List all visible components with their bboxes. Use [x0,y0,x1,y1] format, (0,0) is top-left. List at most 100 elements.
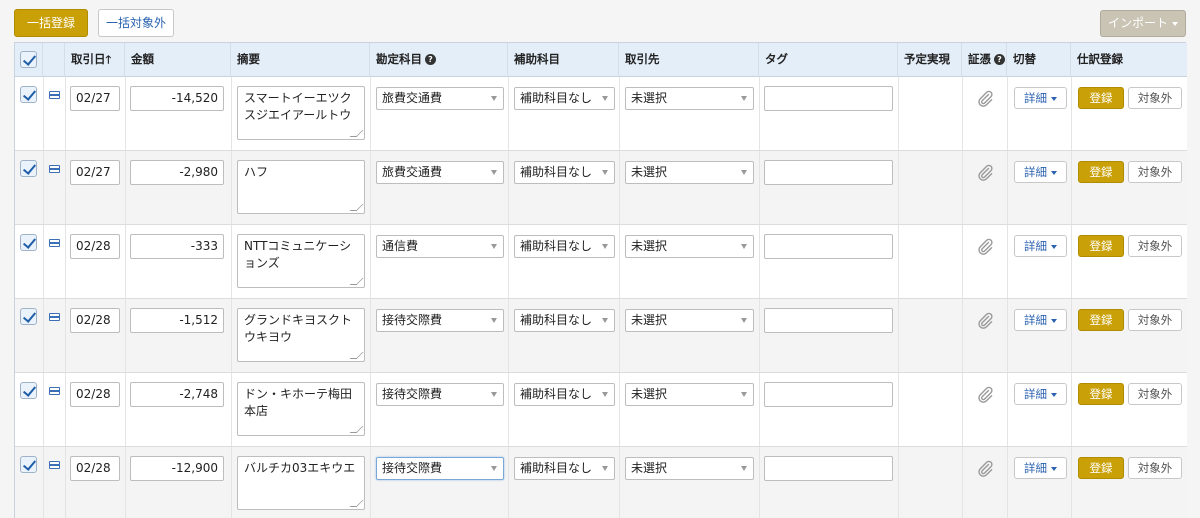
partner-value: 未選択 [631,313,668,327]
account-select[interactable]: 旅費交通費 [376,87,504,110]
bulk-register-button[interactable]: 一括登録 [14,9,88,37]
account-select[interactable]: 旅費交通費 [376,161,504,184]
register-button[interactable]: 登録 [1078,161,1124,183]
partner-select[interactable]: 未選択 [625,309,754,332]
amount-field[interactable]: -1,512 [130,308,224,333]
account-value: 接待交際費 [382,461,443,475]
detail-button[interactable]: 詳細 [1014,383,1067,405]
row-checkbox[interactable] [20,382,37,399]
partner-select[interactable]: 未選択 [625,457,754,480]
column-divider [370,373,371,446]
column-divider [43,447,44,518]
sub-account-select[interactable]: 補助科目なし [514,87,615,110]
help-icon[interactable]: ? [994,54,1005,65]
register-button[interactable]: 登録 [1078,87,1124,109]
row-checkbox[interactable] [20,234,37,251]
paperclip-icon[interactable] [976,459,994,477]
tag-field[interactable] [764,160,893,185]
sub-account-select[interactable]: 補助科目なし [514,235,615,258]
amount-field[interactable]: -2,980 [130,160,224,185]
account-select[interactable]: 接待交際費 [376,309,504,332]
detail-button[interactable]: 詳細 [1014,309,1067,331]
tag-field[interactable] [764,86,893,111]
date-field[interactable]: 02/28 [70,234,120,259]
row-checkbox[interactable] [20,160,37,177]
summary-textarea[interactable]: バルチカ03エキウエ [237,456,365,510]
row-checkbox[interactable] [20,456,37,473]
register-button[interactable]: 登録 [1078,309,1124,331]
register-button[interactable]: 登録 [1078,235,1124,257]
amount-field[interactable]: -14,520 [130,86,224,111]
credit-card-icon [49,387,60,395]
partner-select[interactable]: 未選択 [625,235,754,258]
date-field[interactable]: 02/28 [70,382,120,407]
register-button[interactable]: 登録 [1078,457,1124,479]
partner-select[interactable]: 未選択 [625,87,754,110]
paperclip-icon[interactable] [976,89,994,107]
summary-textarea[interactable]: グランドキヨスクトウキヨウ [237,308,365,362]
amount-field[interactable]: -2,748 [130,382,224,407]
exclude-button[interactable]: 対象外 [1128,235,1182,257]
sub-account-select[interactable]: 補助科目なし [514,161,615,184]
column-divider [43,151,44,224]
bulk-exclude-button[interactable]: 一括対象外 [98,9,174,37]
column-divider [508,77,509,150]
column-divider [1071,225,1072,298]
register-button[interactable]: 登録 [1078,383,1124,405]
exclude-button[interactable]: 対象外 [1128,87,1182,109]
row-checkbox[interactable] [20,86,37,103]
tag-field[interactable] [764,382,893,407]
account-select[interactable]: 接待交際費 [376,383,504,406]
sub-account-select[interactable]: 補助科目なし [514,309,615,332]
import-button[interactable]: インポート [1100,10,1186,37]
help-icon[interactable]: ? [425,54,436,65]
partner-select[interactable]: 未選択 [625,161,754,184]
header-account-label: 勘定科目 [376,52,422,66]
chevron-down-icon [1051,318,1057,323]
column-divider [962,151,963,224]
paperclip-icon[interactable] [976,385,994,403]
account-select[interactable]: 接待交際費 [376,457,504,480]
date-field[interactable]: 02/27 [70,86,120,111]
column-divider [759,299,760,372]
paperclip-icon[interactable] [976,163,994,181]
exclude-button[interactable]: 対象外 [1128,457,1182,479]
detail-button[interactable]: 詳細 [1014,235,1067,257]
sub-account-select[interactable]: 補助科目なし [514,457,615,480]
select-all-checkbox[interactable] [20,51,37,68]
column-divider [125,447,126,518]
exclude-button[interactable]: 対象外 [1128,309,1182,331]
summary-textarea[interactable]: スマートイーエツクスジエイアールトウ [237,86,365,140]
header-account: 勘定科目? [370,43,508,77]
date-field[interactable]: 02/28 [70,308,120,333]
date-field[interactable]: 02/27 [70,160,120,185]
detail-button[interactable]: 詳細 [1014,161,1067,183]
tag-field[interactable] [764,308,893,333]
exclude-button[interactable]: 対象外 [1128,161,1182,183]
summary-textarea[interactable]: ドン・キホーテ梅田本店 [237,382,365,436]
column-divider [1071,77,1072,150]
sub-account-select[interactable]: 補助科目なし [514,383,615,406]
paperclip-icon[interactable] [976,311,994,329]
column-divider [759,77,760,150]
tag-field[interactable] [764,456,893,481]
account-select[interactable]: 通信費 [376,235,504,258]
column-divider [1007,77,1008,150]
date-field[interactable]: 02/28 [70,456,120,481]
paperclip-icon[interactable] [976,237,994,255]
summary-textarea[interactable]: NTTコミュニケーションズ [237,234,365,288]
header-date[interactable]: 取引日🡑 [65,43,125,77]
row-checkbox[interactable] [20,308,37,325]
chevron-down-icon [1051,392,1057,397]
detail-button[interactable]: 詳細 [1014,457,1067,479]
tag-field[interactable] [764,234,893,259]
amount-field[interactable]: -333 [130,234,224,259]
partner-select[interactable]: 未選択 [625,383,754,406]
partner-value: 未選択 [631,387,668,401]
summary-textarea[interactable]: ハフ [237,160,365,214]
detail-button[interactable]: 詳細 [1014,87,1067,109]
detail-label: 詳細 [1024,387,1047,401]
exclude-button[interactable]: 対象外 [1128,383,1182,405]
amount-field[interactable]: -12,900 [130,456,224,481]
header-type [43,43,65,77]
